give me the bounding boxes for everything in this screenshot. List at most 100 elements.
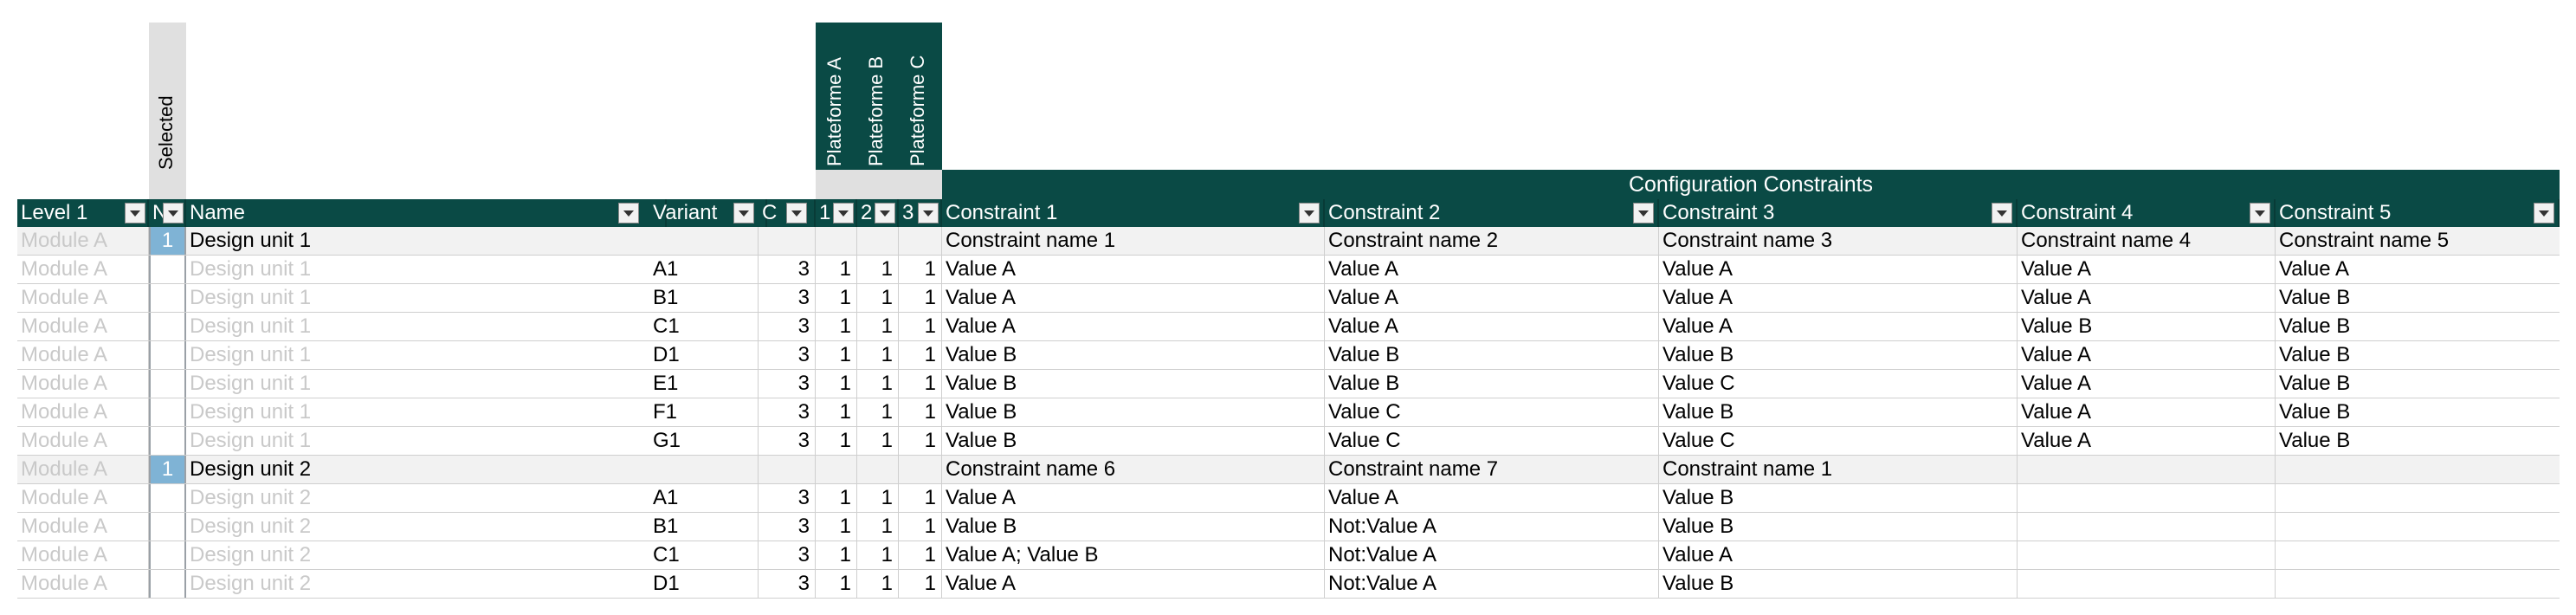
cell-constraint-2[interactable]: Constraint name 2 [1325,227,1659,255]
cell-platform-2[interactable]: 1 [857,370,899,398]
cell-name[interactable]: Design unit 1 [186,341,649,369]
platform-a-header[interactable]: Plateforme A [816,23,859,170]
platform-b-header[interactable]: Plateforme B [857,23,901,170]
table-row[interactable]: Module A 1 Design unit 1 Constraint name… [17,227,2560,256]
cell-constraint-3[interactable]: Value B [1659,484,2018,512]
cell-constraint-2[interactable]: Value A [1325,313,1659,340]
header-constraint-3[interactable]: Constraint 3 [1659,199,2018,227]
table-row[interactable]: Module A Design unit 1 E1 3 1 1 1 Value … [17,370,2560,398]
cell-level1[interactable]: Module A [17,227,149,255]
cell-constraint-5[interactable]: Value B [2276,284,2560,312]
cell-c[interactable]: 3 [759,484,816,512]
cell-level1[interactable]: Module A [17,484,149,512]
cell-selected[interactable] [149,541,186,569]
selected-column-header[interactable]: Selected [149,23,186,199]
cell-constraint-2[interactable]: Not:Value A [1325,570,1659,598]
cell-selected[interactable] [149,313,186,340]
cell-selected[interactable] [149,370,186,398]
cell-constraint-4[interactable] [2018,456,2276,483]
cell-constraint-3[interactable]: Value B [1659,513,2018,541]
cell-level1[interactable]: Module A [17,284,149,312]
cell-platform-3[interactable]: 1 [899,427,942,455]
cell-constraint-5[interactable]: Value B [2276,427,2560,455]
cell-constraint-1[interactable]: Value A [942,484,1325,512]
header-constraint-1[interactable]: Constraint 1 [942,199,1325,227]
cell-variant[interactable]: B1 [649,284,759,312]
cell-constraint-2[interactable]: Value C [1325,427,1659,455]
cell-constraint-5[interactable]: Value B [2276,370,2560,398]
table-row[interactable]: Module A Design unit 2 B1 3 1 1 1 Value … [17,513,2560,541]
cell-platform-1[interactable]: 1 [816,341,857,369]
cell-name[interactable]: Design unit 1 [186,398,649,426]
cell-c[interactable]: 3 [759,313,816,340]
cell-level1[interactable]: Module A [17,341,149,369]
cell-constraint-5[interactable]: Value B [2276,398,2560,426]
table-row[interactable]: Module A Design unit 1 A1 3 1 1 1 Value … [17,256,2560,284]
filter-dropdown-icon[interactable] [1299,203,1320,223]
cell-platform-1[interactable]: 1 [816,570,857,598]
cell-platform-2[interactable] [857,227,899,255]
cell-platform-3[interactable]: 1 [899,341,942,369]
cell-c[interactable] [759,456,816,483]
table-row[interactable]: Module A Design unit 1 C1 3 1 1 1 Value … [17,313,2560,341]
cell-name[interactable]: Design unit 1 [186,313,649,340]
cell-constraint-1[interactable]: Value A; Value B [942,541,1325,569]
header-constraint-4[interactable]: Constraint 4 [2018,199,2276,227]
cell-variant[interactable]: G1 [649,427,759,455]
cell-constraint-3[interactable]: Value B [1659,570,2018,598]
table-row[interactable]: Module A Design unit 1 F1 3 1 1 1 Value … [17,398,2560,427]
cell-variant[interactable]: F1 [649,398,759,426]
cell-platform-3[interactable] [899,456,942,483]
cell-c[interactable]: 3 [759,398,816,426]
cell-platform-2[interactable]: 1 [857,484,899,512]
filter-dropdown-icon[interactable] [875,203,895,223]
filter-dropdown-icon[interactable] [833,203,854,223]
filter-dropdown-icon[interactable] [163,203,184,223]
cell-constraint-4[interactable]: Value A [2018,341,2276,369]
table-row[interactable]: Module A Design unit 2 A1 3 1 1 1 Value … [17,484,2560,513]
filter-dropdown-icon[interactable] [733,203,754,223]
cell-variant[interactable]: B1 [649,513,759,541]
cell-platform-2[interactable]: 1 [857,427,899,455]
cell-platform-2[interactable]: 1 [857,570,899,598]
cell-selected[interactable]: 1 [149,227,186,255]
cell-platform-1[interactable]: 1 [816,256,857,283]
cell-level1[interactable]: Module A [17,427,149,455]
cell-selected[interactable] [149,284,186,312]
table-row[interactable]: Module A Design unit 1 D1 3 1 1 1 Value … [17,341,2560,370]
cell-selected[interactable] [149,341,186,369]
cell-selected[interactable] [149,513,186,541]
cell-platform-1[interactable]: 1 [816,370,857,398]
cell-constraint-3[interactable]: Value C [1659,427,2018,455]
cell-constraint-5[interactable]: Value A [2276,256,2560,283]
cell-constraint-1[interactable]: Value A [942,570,1325,598]
cell-platform-3[interactable]: 1 [899,398,942,426]
cell-constraint-2[interactable]: Value A [1325,284,1659,312]
filter-dropdown-icon[interactable] [786,203,807,223]
cell-platform-3[interactable] [899,227,942,255]
filter-dropdown-icon[interactable] [918,203,939,223]
cell-constraint-5[interactable]: Value B [2276,341,2560,369]
cell-platform-1[interactable] [816,456,857,483]
cell-name[interactable]: Design unit 2 [186,541,649,569]
cell-name[interactable]: Design unit 1 [186,227,649,255]
cell-constraint-1[interactable]: Value B [942,513,1325,541]
cell-selected[interactable] [149,570,186,598]
cell-selected[interactable] [149,398,186,426]
cell-constraint-4[interactable] [2018,541,2276,569]
cell-constraint-3[interactable]: Value A [1659,256,2018,283]
cell-constraint-2[interactable]: Value C [1325,398,1659,426]
cell-constraint-4[interactable]: Value A [2018,398,2276,426]
cell-platform-1[interactable]: 1 [816,541,857,569]
cell-platform-1[interactable]: 1 [816,513,857,541]
filter-dropdown-icon[interactable] [618,203,639,223]
cell-platform-2[interactable]: 1 [857,313,899,340]
cell-constraint-3[interactable]: Value B [1659,341,2018,369]
cell-name[interactable]: Design unit 2 [186,513,649,541]
table-row[interactable]: Module A Design unit 1 G1 3 1 1 1 Value … [17,427,2560,456]
cell-c[interactable]: 3 [759,284,816,312]
cell-constraint-5[interactable] [2276,541,2560,569]
cell-constraint-3[interactable]: Value A [1659,541,2018,569]
platform-c-header[interactable]: Plateforme C [899,23,944,170]
cell-variant[interactable]: A1 [649,484,759,512]
